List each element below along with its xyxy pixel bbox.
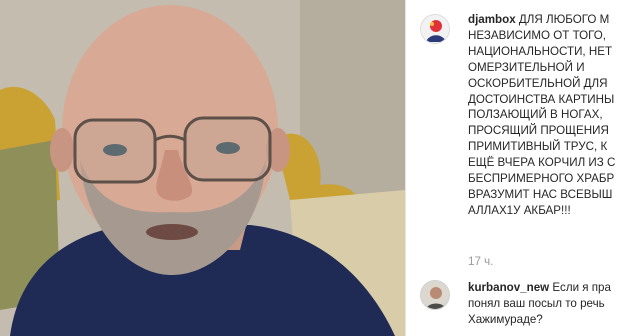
comments-panel[interactable]: djambox ДЛЯ ЛЮБОГО М НЕЗАВИСИМО ОТ ТОГО,… [406, 0, 624, 336]
comment-line: ДОСТОИНСТВА КАРТИНЫ [468, 92, 615, 106]
comment-body: djambox ДЛЯ ЛЮБОГО М НЕЗАВИСИМО ОТ ТОГО,… [468, 12, 624, 219]
comment-username[interactable]: kurbanov_new [468, 281, 549, 294]
comment-line: понял ваш посыл то речь [468, 296, 605, 310]
comment-line: djambox ДЛЯ ЛЮБОГО М [468, 13, 610, 26]
comment-line: ВРАЗУМИТ НАС ВСЕВЫШ [468, 187, 613, 201]
avatar-kurbanov_new[interactable] [420, 280, 450, 310]
comment-line: АЛЛАХ1У АКБАР!!! [468, 203, 571, 217]
comment-line: ПРИМИТИВНЫЙ ТРУС, К [468, 140, 608, 154]
comment-username[interactable]: djambox [468, 13, 516, 26]
comment-timestamp[interactable]: 17 ч. [468, 255, 493, 268]
video-image [0, 0, 405, 336]
comment-line: ОМЕРЗИТЕЛЬНОЙ И [468, 60, 585, 74]
avatar-image [421, 281, 449, 309]
comment-line: ОСКОРБИТЕЛЬНОЙ ДЛЯ [468, 76, 608, 90]
avatar-image [421, 15, 449, 43]
avatar-djambox[interactable] [420, 14, 450, 44]
comment-line: НЕЗАВИСИМО ОТ ТОГО, [468, 28, 607, 42]
video-frame[interactable] [0, 0, 405, 336]
comment-line: ПОЛЗАЮЩИЙ В НОГАХ, [468, 108, 603, 122]
comment-line: БЕСПРИМЕРНОГО ХРАБР [468, 172, 615, 186]
comment-line: НАЦИОНАЛЬНОСТИ, НЕТ [468, 44, 613, 58]
comment-line: kurbanov_new Если я пра [468, 281, 611, 294]
comment-line: ПРОСЯЩИЙ ПРОЩЕНИЯ [468, 124, 609, 138]
comment-line: ЕЩЁ ВЧЕРА КОРЧИЛ ИЗ С [468, 156, 616, 170]
comment-line: Хажимураде? [468, 312, 543, 326]
comment-body: kurbanov_new Если я пра понял ваш посыл … [468, 280, 624, 328]
